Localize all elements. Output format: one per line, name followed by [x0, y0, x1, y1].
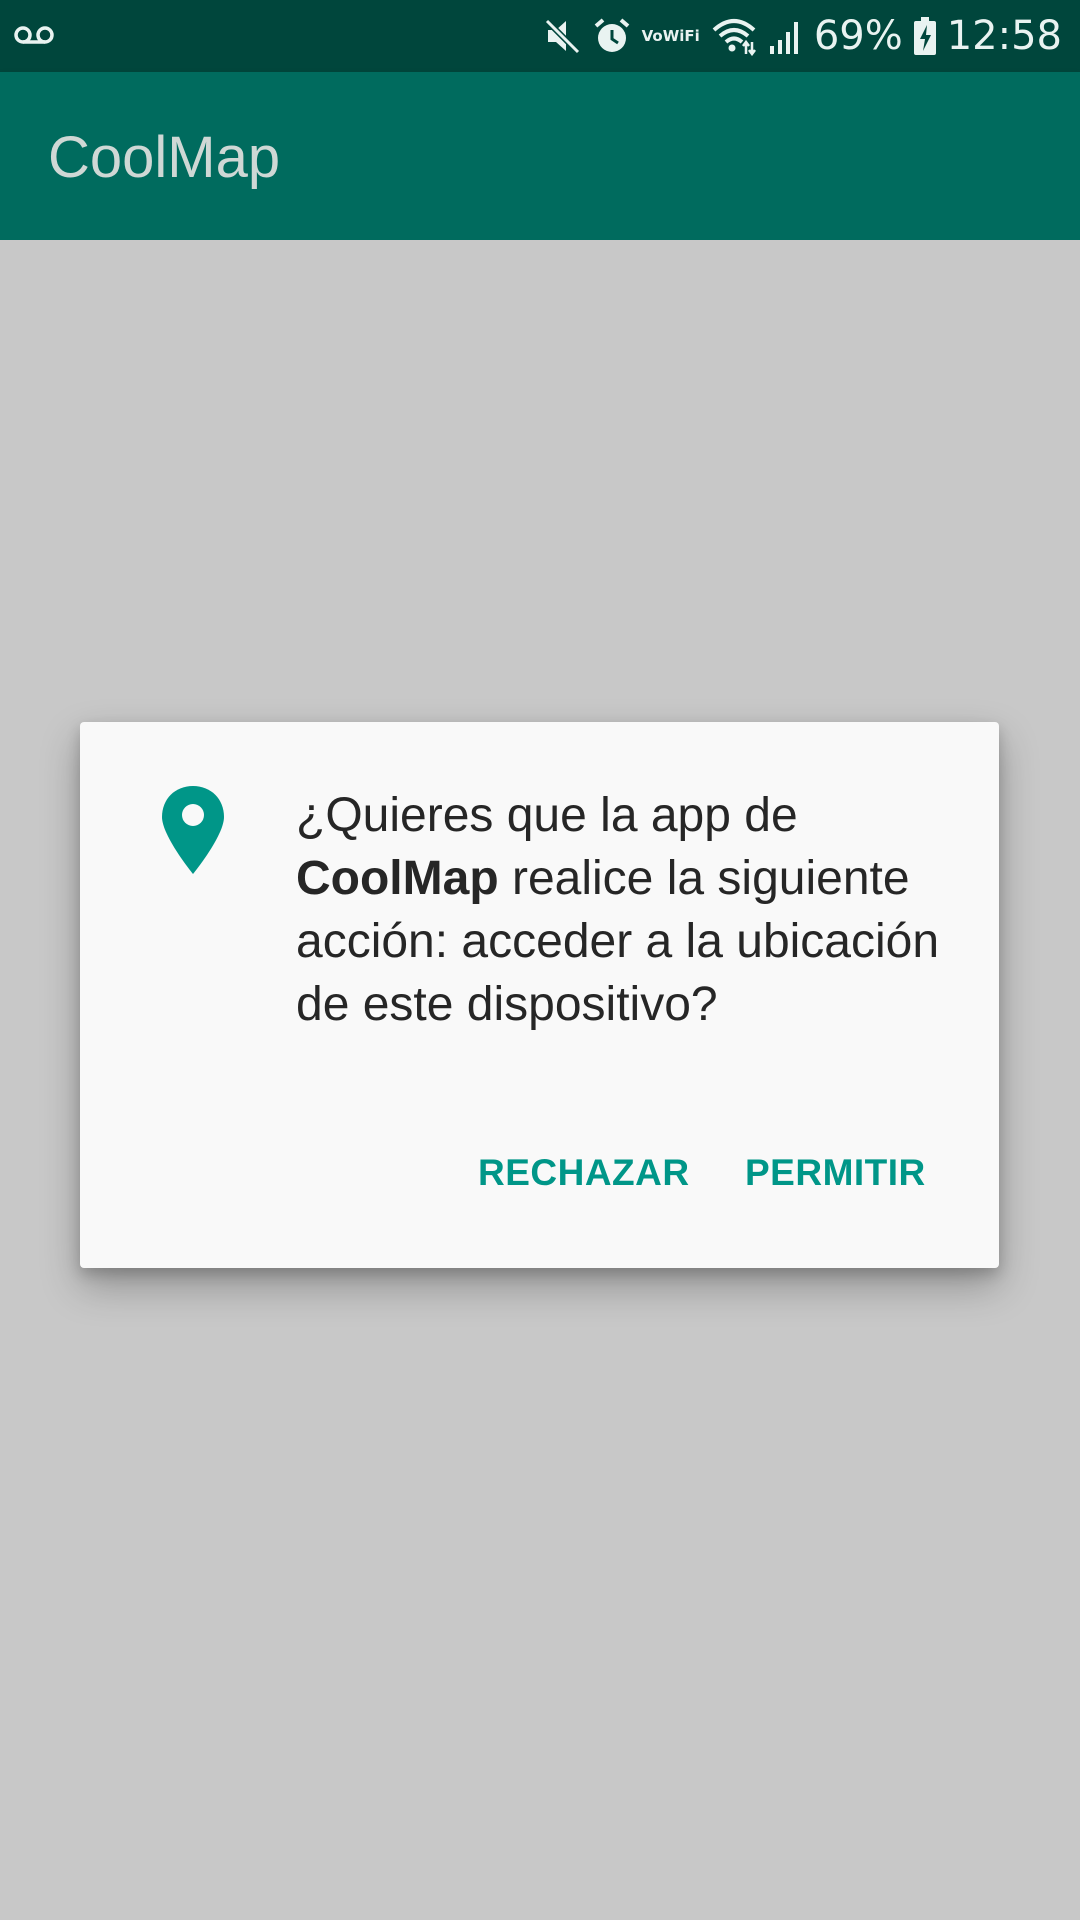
- battery-percent: 69%: [813, 13, 903, 59]
- message-prefix: ¿Quieres que la app de: [296, 789, 798, 842]
- message-app-name: CoolMap: [296, 852, 499, 905]
- status-icons: Vo WiFi 69% 12:58: [542, 0, 1062, 72]
- dialog-message: ¿Quieres que la app de CoolMap realice l…: [296, 784, 946, 1036]
- location-permission-dialog: ¿Quieres que la app de CoolMap realice l…: [80, 722, 999, 1268]
- mute-icon: [542, 16, 582, 56]
- deny-button[interactable]: RECHAZAR: [478, 1152, 690, 1194]
- clock: 12:58: [946, 13, 1062, 59]
- vowifi-top-label: Vo: [641, 26, 663, 45]
- status-bar: Vo WiFi 69% 12:58: [0, 0, 1080, 72]
- voicemail-icon: [14, 22, 54, 52]
- alarm-icon: [592, 16, 632, 56]
- vowifi-icon: Vo WiFi: [641, 26, 700, 45]
- vowifi-bottom-label: WiFi: [662, 26, 700, 45]
- battery-charging-icon: [913, 16, 937, 56]
- app-bar: CoolMap: [0, 72, 1080, 240]
- allow-button[interactable]: PERMITIR: [745, 1152, 926, 1194]
- location-pin-icon: [160, 784, 226, 876]
- signal-icon: [768, 16, 804, 56]
- wifi-icon: [710, 16, 758, 56]
- app-title: CoolMap: [48, 125, 281, 190]
